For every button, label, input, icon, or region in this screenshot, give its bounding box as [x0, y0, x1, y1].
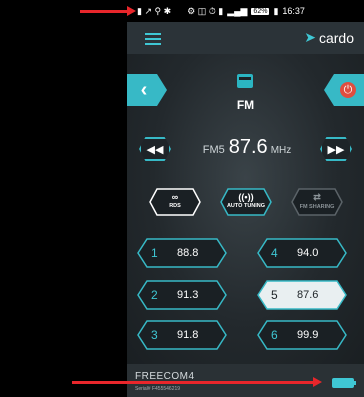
- band-label: FM: [236, 98, 255, 112]
- preset-number: 5: [271, 288, 278, 302]
- seek-forward-button[interactable]: ▶▶: [320, 137, 352, 161]
- phone-screen: ▮ ↗ ⚲ ✱ ⚙ ◫ ⏱ ▮ ▂▄▆ 62% ▮ 16:37 ➤ cardo …: [127, 0, 364, 397]
- preset-frequency: 91.3: [177, 289, 199, 301]
- brand-name: cardo: [318, 29, 354, 46]
- frequency-preset-label: FM5: [202, 144, 225, 156]
- preset-number: 6: [271, 328, 278, 342]
- headset-battery-icon: [332, 378, 356, 388]
- cardo-logo: ➤ cardo: [304, 29, 354, 46]
- preset-number: 2: [151, 288, 158, 302]
- rds-button[interactable]: ∞ RDS: [149, 188, 201, 216]
- rds-label: RDS: [169, 203, 181, 209]
- battery-icon: ▮: [273, 5, 279, 16]
- preset-number: 4: [271, 246, 278, 260]
- share-icon: ⇄: [313, 192, 321, 202]
- frequency-value: 87.6: [228, 136, 268, 158]
- notification-icons: ▮ ↗ ⚲ ✱: [137, 5, 172, 16]
- radio-panel: ‹ ⏻ FM ◀◀ FM5 87.6 MHz ▶▶ ∞ RDS ((•)) AUTO…: [127, 54, 364, 364]
- fast-forward-icon: ▶▶: [327, 143, 345, 156]
- battery-percent: 62%: [251, 7, 270, 15]
- radio-icon: [237, 74, 253, 88]
- preset-frequency: 94.0: [297, 247, 319, 259]
- preset-number: 3: [151, 328, 158, 342]
- preset-frequency: 87.6: [297, 289, 319, 301]
- rds-icon: ∞: [171, 192, 179, 202]
- preset-6-button[interactable]: 6 99.9: [257, 320, 347, 350]
- status-bar: ▮ ↗ ⚲ ✱ ⚙ ◫ ⏱ ▮ ▂▄▆ 62% ▮ 16:37: [127, 0, 364, 22]
- preset-2-button[interactable]: 2 91.3: [137, 280, 227, 310]
- auto-tuning-label: AUTO TUNING: [226, 203, 266, 209]
- seek-back-button[interactable]: ◀◀: [139, 137, 171, 161]
- frequency-display: FM5 87.6 MHz: [177, 136, 317, 159]
- clock: 16:37: [282, 6, 305, 16]
- rewind-icon: ◀◀: [146, 143, 164, 156]
- annotation-arrow-top: [80, 6, 136, 16]
- preset-1-button[interactable]: 1 88.8: [137, 238, 227, 268]
- fm-sharing-button[interactable]: ⇄ FM SHARING: [291, 188, 343, 216]
- fm-sharing-label: FM SHARING: [299, 204, 335, 210]
- annotation-arrow-bottom: [72, 377, 322, 387]
- antenna-icon: ((•)): [238, 192, 254, 202]
- preset-frequency: 99.9: [297, 329, 319, 341]
- app-bar: ➤ cardo: [127, 22, 364, 54]
- device-serial: Serial# F455546219: [135, 386, 181, 392]
- system-icons: ⚙ ◫ ⏱ ▮: [187, 5, 224, 16]
- preset-number: 1: [151, 246, 158, 260]
- power-icon: ⏻: [340, 82, 356, 98]
- cardo-swoosh-icon: ➤: [304, 29, 316, 45]
- frequency-unit: MHz: [270, 145, 292, 156]
- preset-4-button[interactable]: 4 94.0: [257, 238, 347, 268]
- signal-icon: ▂▄▆: [227, 5, 248, 16]
- auto-tuning-button[interactable]: ((•)) AUTO TUNING: [220, 188, 272, 216]
- preset-3-button[interactable]: 3 91.8: [137, 320, 227, 350]
- preset-5-button[interactable]: 5 87.6: [257, 280, 347, 310]
- preset-frequency: 88.8: [177, 247, 199, 259]
- preset-frequency: 91.8: [177, 329, 199, 341]
- hamburger-menu-icon[interactable]: [145, 33, 161, 45]
